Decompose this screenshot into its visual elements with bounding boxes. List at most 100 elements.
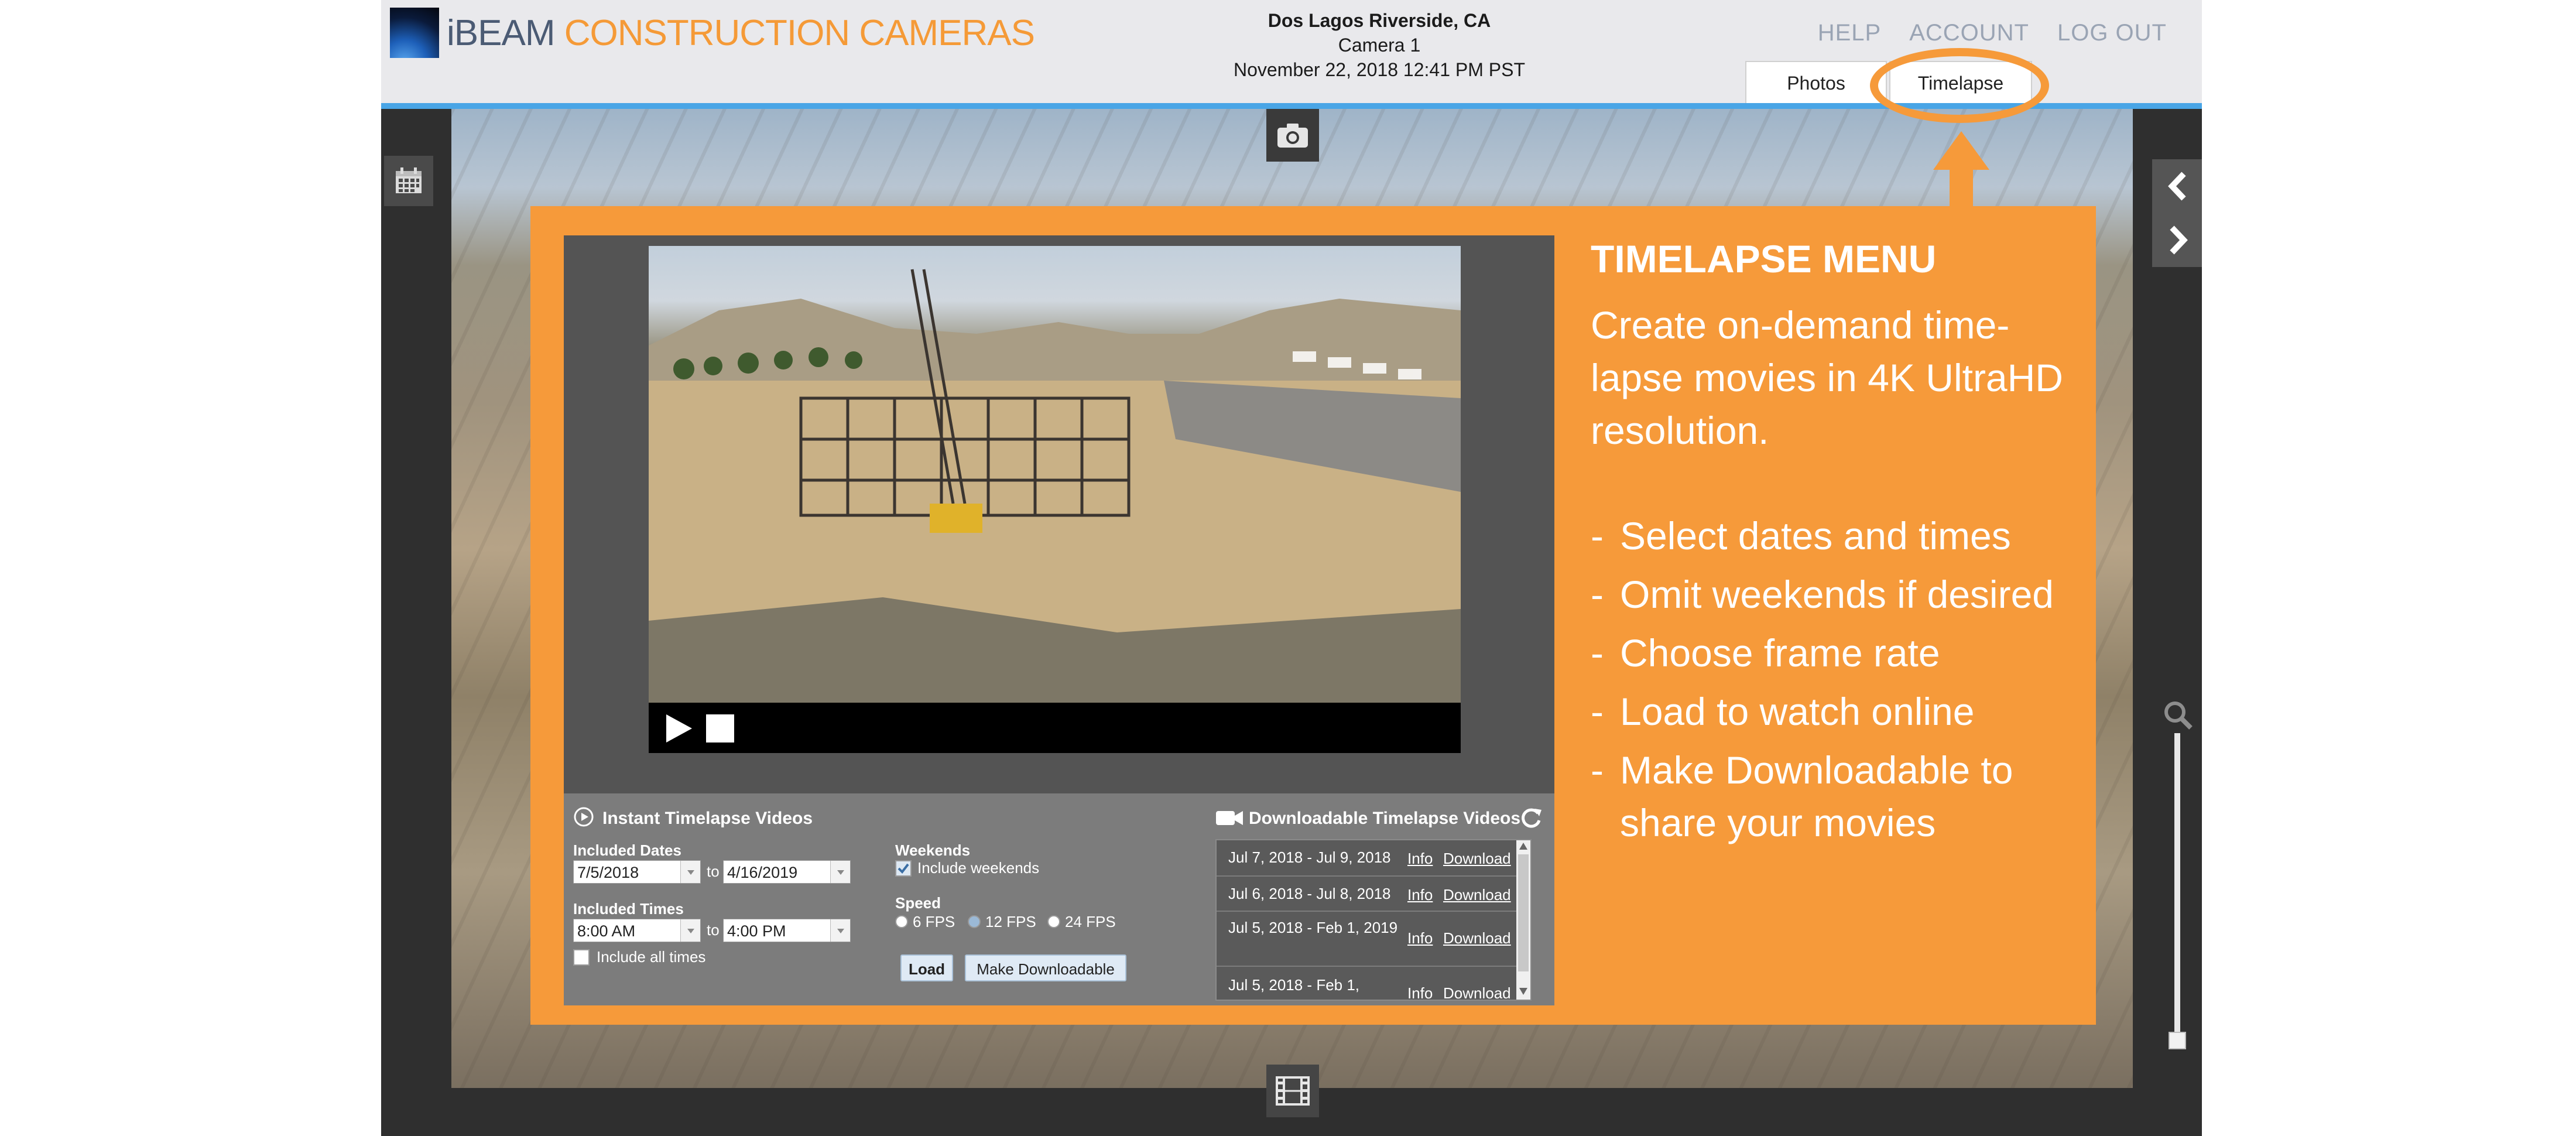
include-weekends-checkbox[interactable] bbox=[895, 860, 912, 877]
time-from-input[interactable]: 8:00 AM bbox=[573, 919, 701, 942]
filmstrip-button[interactable] bbox=[1266, 1065, 1319, 1117]
bullet-item: Load to watch online bbox=[1591, 685, 2094, 738]
chevron-down-icon[interactable] bbox=[680, 919, 700, 942]
speed-label: Speed bbox=[895, 894, 941, 912]
speed-12fps-label: 12 FPS bbox=[985, 913, 1036, 930]
logout-link[interactable]: LOG OUT bbox=[2057, 16, 2167, 49]
include-all-times-checkbox[interactable] bbox=[573, 949, 590, 966]
camera-info: Dos Lagos Riverside, CA Camera 1 Novembe… bbox=[1095, 8, 1663, 82]
timelapse-tab-highlight bbox=[1870, 48, 2049, 123]
bullet-item: Make Downloadable to share your movies bbox=[1591, 744, 2094, 849]
snapshot-button[interactable] bbox=[1266, 109, 1319, 162]
zoom-icon bbox=[2164, 702, 2193, 730]
list-item: Jul 6, 2018 - Jul 8, 2018 Info Download bbox=[1217, 877, 1516, 912]
included-dates-label: Included Dates bbox=[573, 841, 681, 859]
logo-brand: iBEAM bbox=[447, 13, 555, 53]
checkmark-icon bbox=[898, 863, 909, 874]
calendar-icon bbox=[396, 167, 422, 193]
info-link[interactable]: Info bbox=[1407, 850, 1433, 868]
list-item-range: Jul 6, 2018 - Jul 8, 2018 bbox=[1228, 885, 1391, 902]
times-to-label: to bbox=[707, 921, 720, 939]
callout-title: TIMELAPSE MENU bbox=[1591, 237, 1937, 280]
date-to-input[interactable]: 4/16/2019 bbox=[723, 860, 851, 884]
callout-description: Create on-demand time-lapse movies in 4K… bbox=[1591, 303, 2063, 452]
make-downloadable-button[interactable]: Make Downloadable bbox=[965, 954, 1126, 981]
list-item-range: Jul 7, 2018 - Jul 9, 2018 bbox=[1228, 848, 1391, 866]
header-nav: HELP ACCOUNT LOG OUT bbox=[1818, 16, 2167, 49]
time-to-value: 4:00 PM bbox=[727, 922, 786, 940]
speed-24fps-label: 24 FPS bbox=[1065, 913, 1116, 930]
logo-subtitle: CONSTRUCTION CAMERAS bbox=[564, 13, 1035, 53]
download-link[interactable]: Download bbox=[1443, 929, 1511, 947]
weekends-label: Weekends bbox=[895, 841, 971, 859]
chevron-down-icon[interactable] bbox=[1519, 988, 1527, 995]
info-link[interactable]: Info bbox=[1407, 984, 1433, 1000]
list-item: Jul 5, 2018 - Feb 1, 2019 Info Download bbox=[1217, 912, 1516, 967]
video-camera-icon bbox=[1216, 811, 1243, 825]
calendar-button[interactable] bbox=[384, 156, 433, 206]
film-strip-icon bbox=[1276, 1076, 1310, 1106]
play-icon[interactable] bbox=[666, 714, 692, 742]
include-all-times-label: Include all times bbox=[597, 948, 706, 966]
time-to-input[interactable]: 4:00 PM bbox=[723, 919, 851, 942]
timelapse-menu-callout: Instant Timelapse Videos Included Dates … bbox=[530, 206, 2096, 1025]
zoom-slider-handle[interactable] bbox=[2169, 1032, 2186, 1049]
list-item-range: Jul 5, 2018 - Feb 1, bbox=[1228, 976, 1360, 994]
play-circle-icon bbox=[574, 807, 594, 827]
site-name: Dos Lagos Riverside, CA bbox=[1268, 10, 1491, 31]
bullet-item: Choose frame rate bbox=[1591, 627, 2094, 679]
chevron-down-icon[interactable] bbox=[680, 861, 700, 883]
download-link[interactable]: Download bbox=[1443, 984, 1511, 1000]
construction-scene bbox=[649, 269, 1461, 703]
timelapse-video[interactable] bbox=[649, 246, 1461, 703]
dates-to-label: to bbox=[707, 863, 720, 880]
list-scrollbar[interactable] bbox=[1516, 840, 1530, 1000]
include-weekends-label: Include weekends bbox=[917, 859, 1040, 877]
downloadable-title: Downloadable Timelapse Videos bbox=[1249, 809, 1521, 828]
speed-6fps-radio[interactable] bbox=[895, 915, 908, 928]
photo-navigation bbox=[2152, 159, 2202, 267]
date-to-value: 4/16/2019 bbox=[727, 864, 798, 881]
download-link[interactable]: Download bbox=[1443, 850, 1511, 868]
help-link[interactable]: HELP bbox=[1818, 16, 1882, 49]
photo-datetime: November 22, 2018 12:41 PM PST bbox=[1233, 59, 1526, 80]
video-controls bbox=[649, 703, 1461, 753]
speed-12fps-radio[interactable] bbox=[968, 915, 981, 928]
account-link[interactable]: ACCOUNT bbox=[1909, 16, 2029, 49]
list-item: Jul 5, 2018 - Feb 1, Info Download bbox=[1217, 967, 1516, 1000]
callout-bullets: Select dates and times Omit weekends if … bbox=[1591, 509, 2094, 855]
included-times-label: Included Times bbox=[573, 900, 684, 918]
timelapse-screenshot: Instant Timelapse Videos Included Dates … bbox=[564, 235, 1554, 1005]
load-button[interactable]: Load bbox=[900, 954, 953, 981]
next-photo-button[interactable] bbox=[2152, 213, 2202, 267]
download-link[interactable]: Download bbox=[1443, 886, 1511, 904]
chevron-left-icon bbox=[2168, 172, 2186, 201]
chevron-up-icon[interactable] bbox=[1519, 843, 1527, 850]
list-item-range: Jul 5, 2018 - Feb 1, 2019 bbox=[1228, 919, 1398, 936]
date-from-input[interactable]: 7/5/2018 bbox=[573, 860, 701, 884]
logo-text[interactable]: iBEAM CONSTRUCTION CAMERAS bbox=[447, 8, 1035, 59]
tab-photos[interactable]: Photos bbox=[1745, 61, 1887, 103]
chevron-right-icon bbox=[2170, 225, 2188, 255]
camera-icon bbox=[1277, 124, 1308, 148]
time-from-value: 8:00 AM bbox=[577, 922, 636, 940]
previous-photo-button[interactable] bbox=[2152, 159, 2202, 213]
zoom-slider-track[interactable] bbox=[2174, 733, 2180, 1038]
list-item: Jul 7, 2018 - Jul 9, 2018 Info Download bbox=[1217, 840, 1516, 877]
timelapse-panel: Instant Timelapse Videos Included Dates … bbox=[564, 793, 1554, 1005]
refresh-icon[interactable] bbox=[1519, 806, 1543, 830]
scrollbar-thumb[interactable] bbox=[1518, 854, 1529, 971]
instant-timelapse-title: Instant Timelapse Videos bbox=[602, 809, 813, 828]
bullet-item: Omit weekends if desired bbox=[1591, 568, 2094, 621]
info-link[interactable]: Info bbox=[1407, 886, 1433, 904]
speed-24fps-radio[interactable] bbox=[1047, 915, 1060, 928]
chevron-down-icon[interactable] bbox=[830, 919, 850, 942]
camera-name: Camera 1 bbox=[1338, 35, 1421, 56]
info-link[interactable]: Info bbox=[1407, 929, 1433, 947]
downloadable-list: Jul 7, 2018 - Jul 9, 2018 Info Download … bbox=[1215, 839, 1532, 1001]
chevron-down-icon[interactable] bbox=[830, 861, 850, 883]
stop-icon[interactable] bbox=[706, 714, 734, 742]
ibeam-logo-icon bbox=[390, 8, 439, 58]
speed-6fps-label: 6 FPS bbox=[913, 913, 955, 930]
bullet-item: Select dates and times bbox=[1591, 509, 2094, 562]
